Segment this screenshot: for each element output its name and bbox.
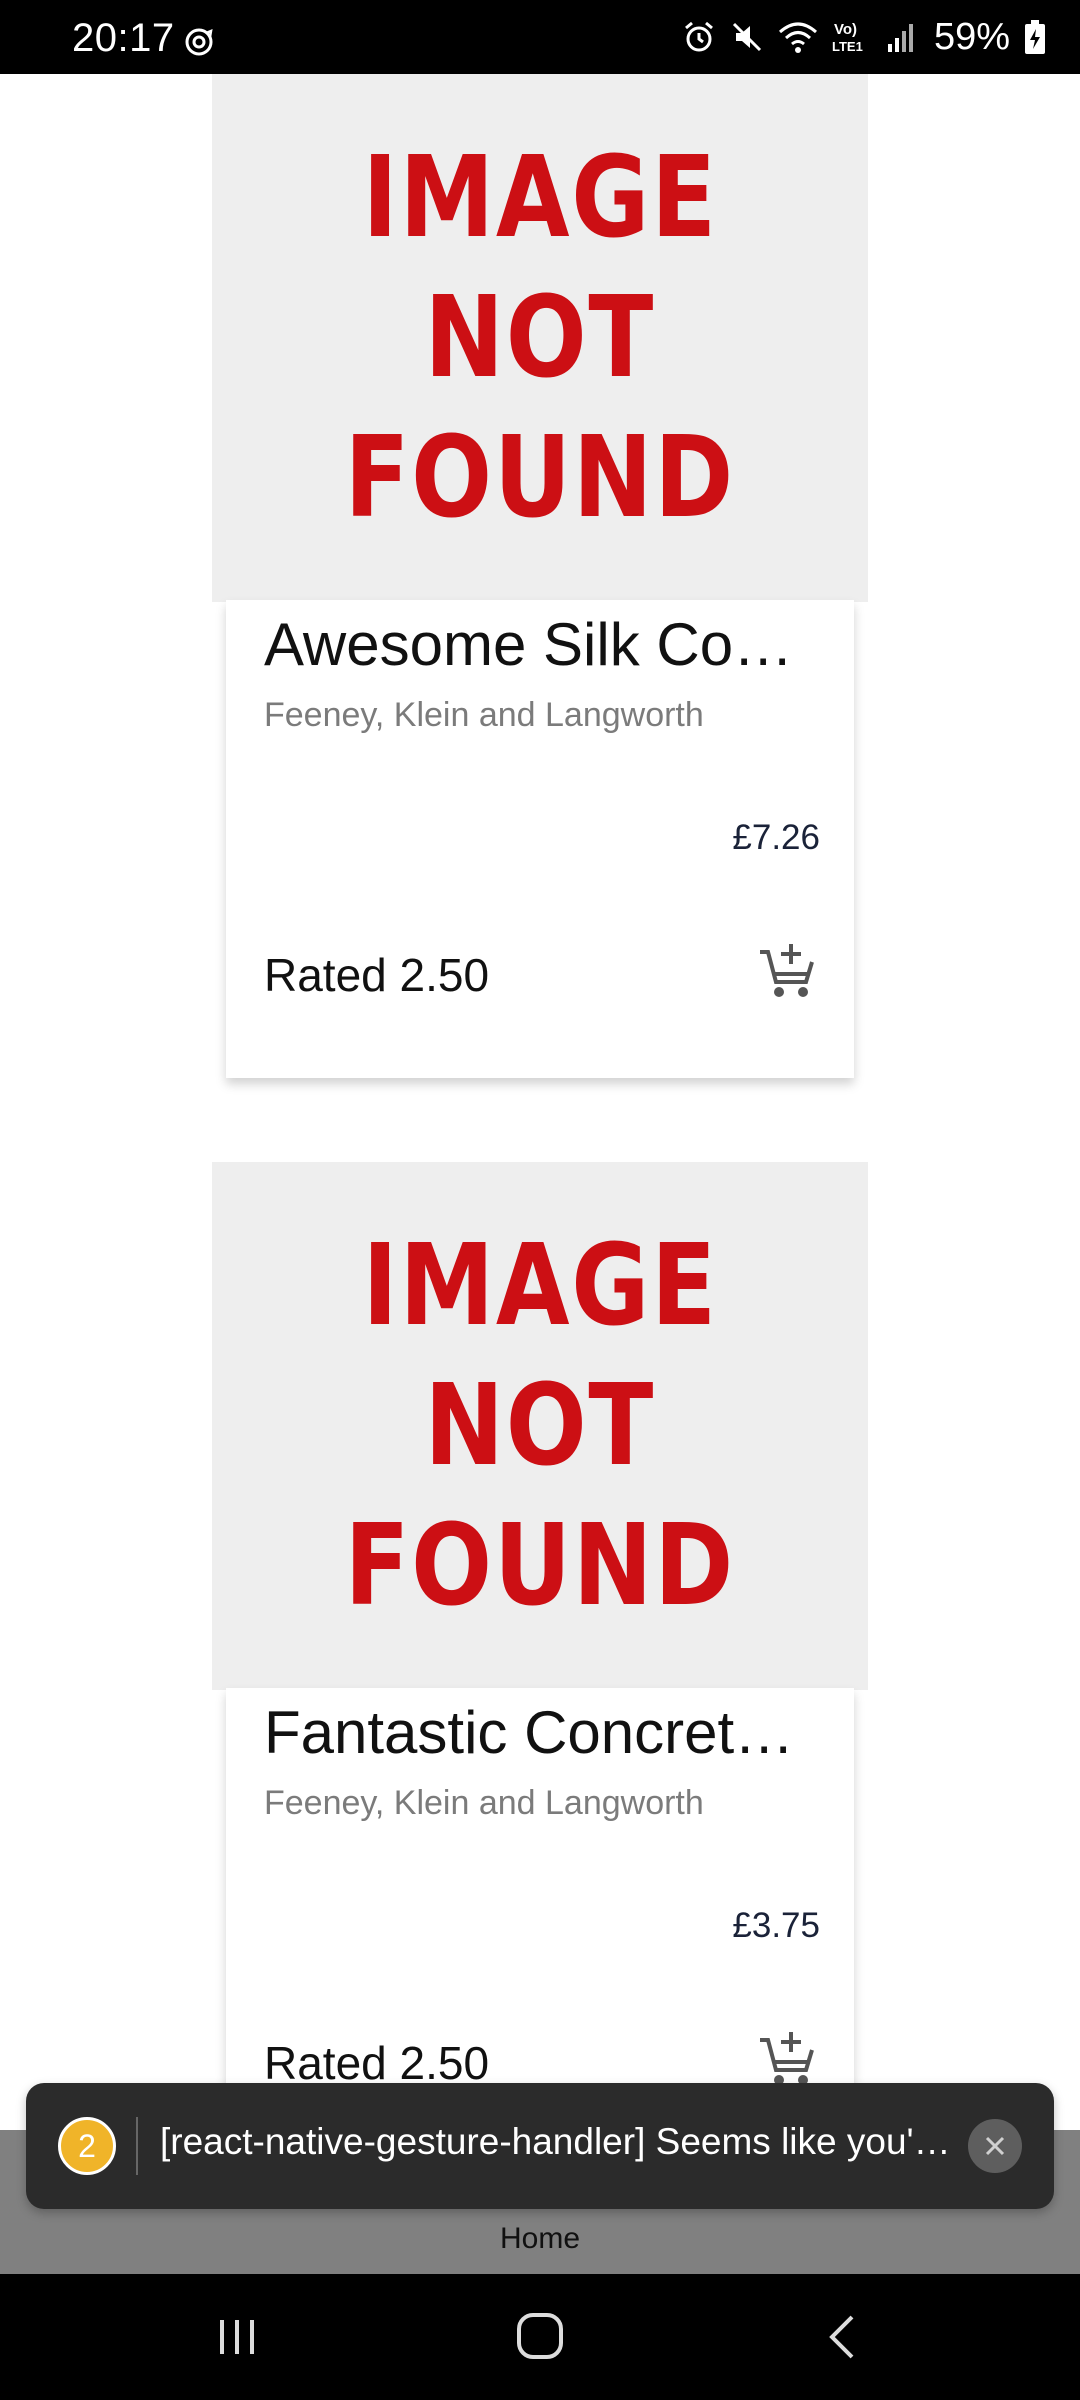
product-card-body-inner: Awesome Silk Co… Feeney, Klein and Langw…	[226, 600, 854, 1078]
back-icon[interactable]	[822, 2312, 862, 2362]
product-image-placeholder: IMAGE NOT FOUND	[212, 1162, 868, 1690]
toast-divider	[136, 2117, 138, 2175]
tab-home[interactable]: Home	[0, 2222, 1080, 2256]
product-vendor: Feeney, Klein and Langworth	[264, 696, 704, 734]
alarm-icon	[684, 21, 713, 52]
close-icon	[985, 2136, 1005, 2156]
product-card[interactable]: IMAGE NOT FOUND Awesome Silk Co… Feeney,…	[212, 74, 868, 1084]
product-image-placeholder: IMAGE NOT FOUND	[212, 74, 868, 602]
product-price: £3.75	[732, 1906, 820, 1945]
image-placeholder-text: IMAGE	[362, 133, 718, 263]
add-to-cart-icon[interactable]	[758, 2030, 818, 2090]
product-rating: Rated 2.50	[264, 2037, 490, 2089]
product-card[interactable]: IMAGE NOT FOUND Fantastic Concret… Feene…	[212, 1162, 868, 2130]
image-placeholder-text: NOT	[424, 1361, 656, 1491]
screen: 20:17 Vo) LTE1 59% IMAGE NOT FOUND Aweso…	[0, 0, 1080, 2400]
sync-icon	[185, 28, 213, 56]
mute-icon	[732, 22, 761, 52]
product-title: Awesome Silk Co…	[264, 611, 794, 678]
home-icon[interactable]	[514, 2310, 566, 2362]
image-placeholder-text: IMAGE	[362, 1221, 718, 1351]
wifi-icon	[778, 22, 817, 53]
recents-icon[interactable]	[214, 2314, 260, 2360]
system-nav-bar	[0, 2274, 1080, 2400]
image-placeholder-text: FOUND	[344, 413, 736, 543]
signal-icon	[887, 24, 913, 52]
image-placeholder-text: NOT	[424, 273, 656, 403]
add-to-cart-icon[interactable]	[758, 942, 818, 1002]
product-card-body-inner: Fantastic Concret… Feeney, Klein and Lan…	[226, 1688, 854, 2130]
svg-text:Vo): Vo)	[834, 21, 857, 38]
status-time: 20:17	[72, 16, 175, 60]
status-icons: Vo) LTE1 59%	[682, 14, 1046, 60]
image-placeholder-text: FOUND	[344, 1501, 736, 1631]
toast-close-button[interactable]	[968, 2119, 1022, 2173]
svg-text:LTE1: LTE1	[832, 39, 863, 54]
product-card-body: Fantastic Concret… Feeney, Klein and Lan…	[226, 1688, 854, 2130]
warning-count-badge: 2	[58, 2117, 116, 2175]
volte-icon: Vo) LTE1	[832, 21, 863, 54]
toast-message: [react-native-gesture-handler] Seems lik…	[160, 2121, 960, 2162]
product-card-body: Awesome Silk Co… Feeney, Klein and Langw…	[226, 600, 854, 1078]
product-title: Fantastic Concret…	[264, 1699, 795, 1766]
product-price: £7.26	[732, 818, 820, 857]
product-list[interactable]: IMAGE NOT FOUND Awesome Silk Co… Feeney,…	[0, 74, 1080, 2130]
status-bar: 20:17 Vo) LTE1 59%	[0, 0, 1080, 74]
warning-toast[interactable]: 2 [react-native-gesture-handler] Seems l…	[26, 2083, 1054, 2209]
battery-percentage: 59%	[933, 15, 1010, 58]
product-rating: Rated 2.50	[264, 949, 490, 1001]
product-vendor: Feeney, Klein and Langworth	[264, 1784, 704, 1822]
battery-charging-icon	[1025, 20, 1045, 54]
